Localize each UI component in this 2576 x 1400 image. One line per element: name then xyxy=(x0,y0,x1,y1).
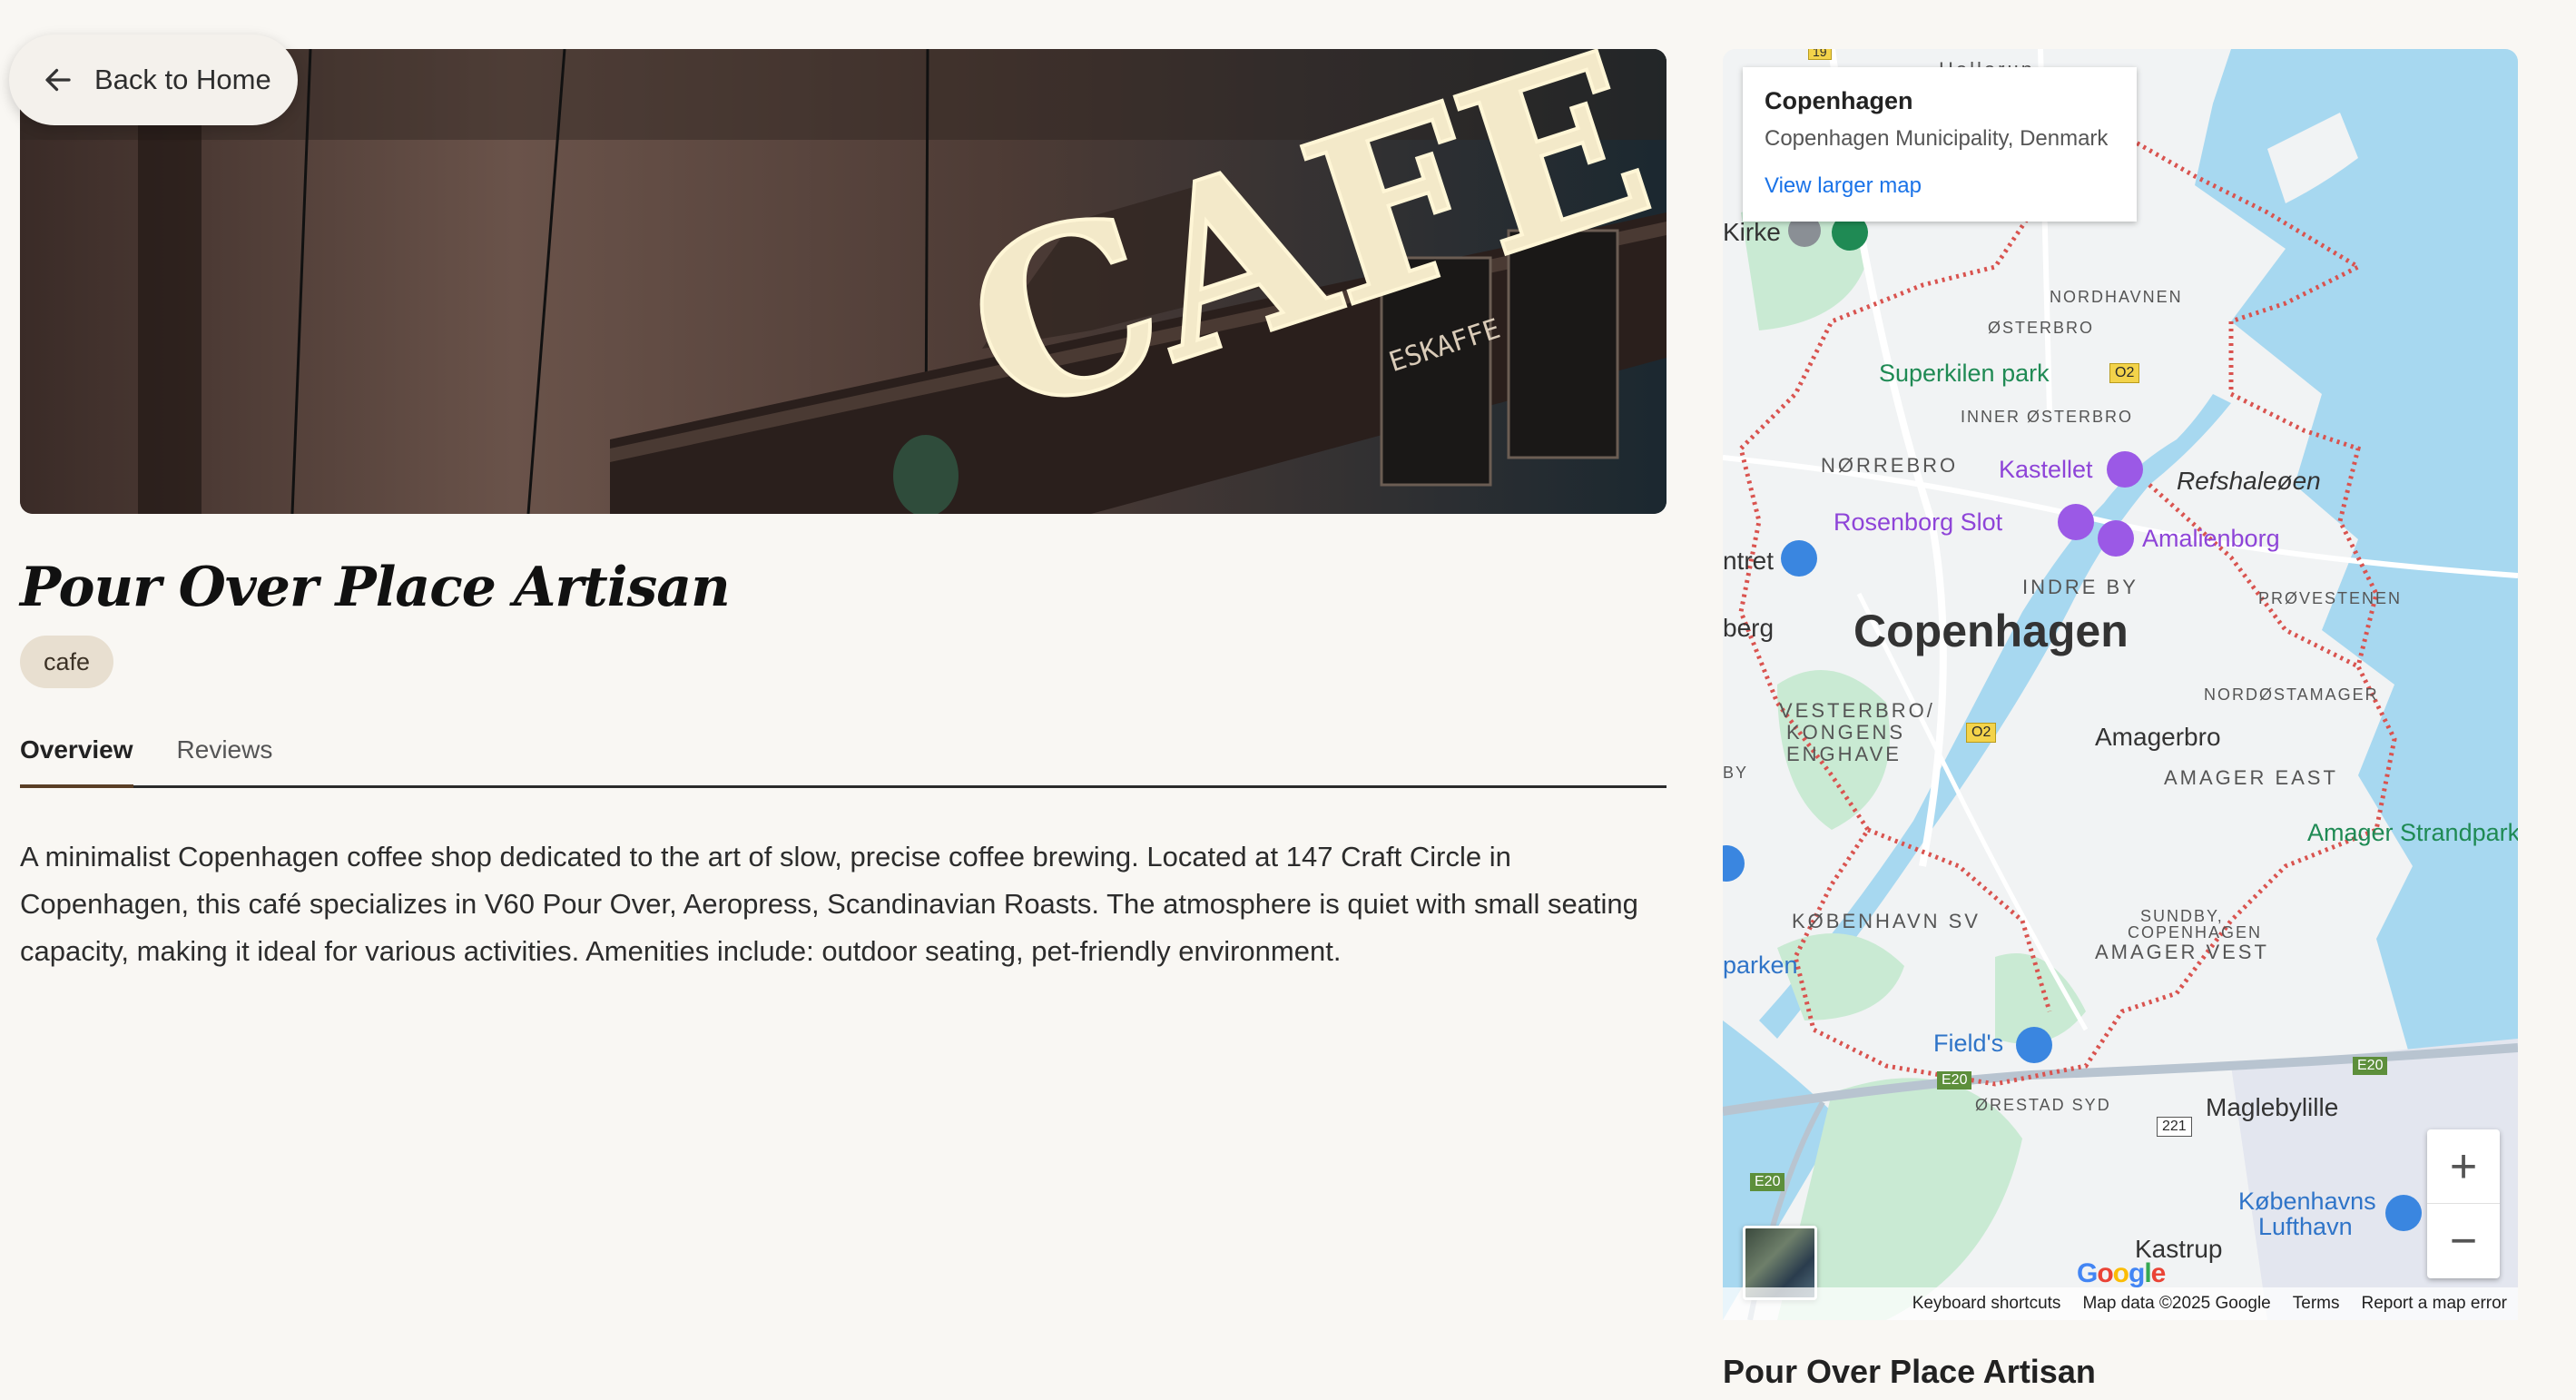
map-label-provestenen: PRØVESTENEN xyxy=(2258,589,2403,607)
keyboard-shortcuts-link[interactable]: Keyboard shortcuts xyxy=(1912,1294,2061,1314)
road-shield-o2-b: O2 xyxy=(1966,723,1997,743)
map-label-by: BY xyxy=(1723,764,1749,782)
map-label-superkilen: Superkilen park xyxy=(1879,360,2050,387)
google-logo: Google xyxy=(2077,1258,2166,1288)
map-label-rosenborg: Rosenborg Slot xyxy=(1834,508,2003,536)
view-larger-map-link[interactable]: View larger map xyxy=(1765,173,2115,199)
map-label-amalienborg: Amalienborg xyxy=(2142,525,2280,552)
map-canvas[interactable] xyxy=(1723,49,2518,1320)
map-section-title: Pour Over Place Artisan xyxy=(1723,1353,2096,1390)
back-to-home-button[interactable]: Back to Home xyxy=(9,35,298,125)
road-shield-e20-c: E20 xyxy=(1750,1173,1785,1191)
terms-link[interactable]: Terms xyxy=(2293,1294,2340,1314)
map-label-vesterbro-3: ENGHAVE xyxy=(1786,743,1902,765)
map-label-berg: berg xyxy=(1723,614,1775,642)
map-label-amager-strandpark: Amager Strandpark xyxy=(2307,819,2518,846)
page-title: Pour Over Place Artisan xyxy=(20,556,731,619)
map-info-subtitle: Copenhagen Municipality, Denmark xyxy=(1765,126,2109,151)
map-label-orestad-syd: ØRESTAD SYD xyxy=(1975,1096,2111,1114)
map-label-centret: ntret xyxy=(1723,547,1775,575)
map-label-kobenhavn-sv: KØBENHAVN SV xyxy=(1792,910,1981,932)
place-detail-page: ESKAFFE CAFE Back to Home Pour Over Plac… xyxy=(0,0,2576,1400)
map-label-amagerbro: Amagerbro xyxy=(2095,723,2221,751)
map-embed[interactable]: Copenhagen Copenhagen Municipality, Denm… xyxy=(1723,49,2518,1320)
map-info-title: Copenhagen xyxy=(1765,87,1913,114)
report-map-error-link[interactable]: Report a map error xyxy=(2361,1294,2507,1314)
map-label-copenhagen: Copenhagen xyxy=(1853,606,2129,656)
map-label-nordhavnen: NORDHAVNEN xyxy=(2050,288,2183,306)
zoom-out-button[interactable]: − xyxy=(2427,1204,2500,1278)
map-label-kobenhavns-1: Københavns xyxy=(2238,1188,2376,1215)
map-label-norrebro: NØRREBRO xyxy=(1821,454,1959,477)
zoom-in-button[interactable]: + xyxy=(2427,1129,2500,1204)
map-label-sundby-2: COPENHAGEN xyxy=(2128,923,2263,942)
category-tag: cafe xyxy=(20,636,114,688)
map-label-inner-osterbro: INNER ØSTERBRO xyxy=(1961,408,2134,426)
map-label-amager-east: AMAGER EAST xyxy=(2164,766,2338,789)
map-label-parken: parken xyxy=(1723,951,1798,979)
map-label-refshaleoen: Refshaleøen xyxy=(2177,467,2321,495)
map-zoom-controls: + − xyxy=(2427,1129,2500,1278)
map-label-fields: Field's xyxy=(1933,1030,2004,1057)
map-label-kastellet: Kastellet xyxy=(1999,456,2093,483)
map-label-vesterbro-2: KONGENS xyxy=(1786,721,1906,744)
map-label-amager-vest: AMAGER VEST xyxy=(2095,941,2269,963)
map-label-vesterbro-1: VESTERBRO/ xyxy=(1779,699,1935,722)
tab-reviews[interactable]: Reviews xyxy=(177,726,273,785)
road-shield-o2-a: O2 xyxy=(2109,363,2140,383)
road-shield-e20-a: E20 xyxy=(1937,1071,1972,1089)
map-label-maglebylille: Maglebylille xyxy=(2206,1093,2339,1121)
map-attribution-bar: Keyboard shortcuts Map data ©2025 Google… xyxy=(1723,1287,2518,1320)
map-label-nordostamager: NORDØSTAMAGER xyxy=(2204,685,2379,704)
tab-bar: Overview Reviews xyxy=(20,726,1667,788)
map-info-card: Copenhagen Copenhagen Municipality, Denm… xyxy=(1743,67,2137,222)
map-label-indre-by: INDRE BY xyxy=(2022,576,2138,598)
place-description: A minimalist Copenhagen coffee shop dedi… xyxy=(20,841,1638,967)
road-shield-19: 19 xyxy=(1808,49,1832,60)
road-shield-221: 221 xyxy=(2157,1117,2192,1137)
map-data-text: Map data ©2025 Google xyxy=(2082,1294,2271,1313)
map-label-kobenhavns-2: Lufthavn xyxy=(2258,1213,2353,1240)
back-button-label: Back to Home xyxy=(94,64,271,95)
tab-overview[interactable]: Overview xyxy=(20,726,133,788)
map-label-osterbro: ØSTERBRO xyxy=(1988,319,2095,337)
map-label-kirke: Kirke xyxy=(1723,218,1781,246)
road-shield-e20-b: E20 xyxy=(2353,1057,2388,1075)
arrow-left-icon xyxy=(45,68,71,92)
